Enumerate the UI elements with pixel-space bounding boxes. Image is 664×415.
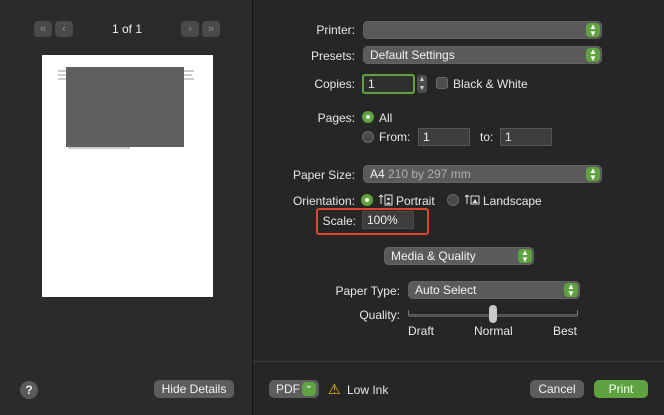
orientation-portrait-radio[interactable] (361, 194, 373, 206)
paper-size-label: Paper Size: (292, 168, 355, 182)
presets-value: Default Settings (370, 48, 455, 62)
copies-label: Copies: (314, 77, 355, 91)
paper-type-label: Paper Type: (335, 284, 401, 298)
section-value: Media & Quality (391, 249, 476, 263)
paper-size-popup[interactable]: A4 210 by 297 mm ▲ ▼ (363, 165, 602, 183)
hide-details-button[interactable]: Hide Details (154, 380, 234, 398)
paper-size-dimensions: 210 by 297 mm (388, 167, 471, 181)
orientation-landscape-radio[interactable] (447, 194, 459, 206)
section-popup[interactable]: Media & Quality ▲ ▼ (384, 247, 534, 265)
black-white-label: Black & White (453, 77, 528, 91)
section-popup-arrows-icon: ▲ ▼ (518, 249, 532, 264)
paper-type-value: Auto Select (415, 283, 477, 297)
landscape-icon (464, 194, 480, 205)
presets-popup[interactable]: Default Settings ▲ ▼ (363, 46, 602, 64)
quality-tick-best (577, 310, 578, 315)
first-page-button[interactable]: « (34, 21, 52, 37)
pages-from-input[interactable]: 1 (418, 128, 470, 146)
pdf-label: PDF (276, 382, 300, 396)
pages-all-label: All (379, 111, 393, 125)
pages-to-label: to: (480, 130, 494, 144)
pages-to-input[interactable]: 1 (500, 128, 552, 146)
orientation-portrait-label: Portrait (396, 194, 435, 208)
scale-label: Scale: (322, 214, 356, 228)
warning-icon: ⚠ (328, 381, 341, 397)
cancel-button[interactable]: Cancel (530, 380, 584, 398)
pdf-menu-button[interactable]: PDF ⌄ (269, 380, 319, 398)
paper-size-name: A4 (370, 167, 385, 181)
presets-popup-arrows-icon: ▲ ▼ (586, 48, 600, 63)
presets-label: Presets: (310, 49, 355, 63)
printer-popup[interactable]: ▲ ▼ (363, 21, 602, 39)
pages-label: Pages: (317, 111, 355, 125)
next-page-button[interactable]: › (181, 21, 199, 37)
footer-divider (253, 361, 664, 362)
portrait-icon (378, 194, 393, 206)
help-button[interactable]: ? (20, 381, 38, 399)
orientation-landscape-label: Landscape (483, 194, 542, 208)
quality-draft-label: Draft (408, 324, 435, 338)
copies-stepper[interactable]: ▲ ▼ (417, 75, 427, 93)
page-preview (42, 55, 213, 297)
scale-input[interactable]: 100% (362, 211, 414, 229)
print-button[interactable]: Print (594, 380, 648, 398)
pages-all-radio[interactable] (362, 111, 374, 123)
last-page-button[interactable]: » (202, 21, 220, 37)
orientation-label: Orientation: (292, 194, 355, 208)
paper-type-popup[interactable]: Auto Select ▲ ▼ (408, 281, 580, 299)
paper-type-popup-arrows-icon: ▲ ▼ (564, 283, 578, 298)
quality-tick-draft (408, 310, 409, 315)
printer-popup-arrows-icon: ▲ ▼ (586, 23, 600, 38)
quality-label: Quality: (359, 308, 400, 322)
pages-from-label: From: (379, 130, 411, 144)
paper-size-popup-arrows-icon: ▲ ▼ (586, 167, 600, 182)
pdf-menu-arrow-icon: ⌄ (302, 381, 316, 396)
black-white-checkbox[interactable] (436, 77, 448, 89)
pages-range-radio[interactable] (362, 131, 374, 143)
page-indicator: 1 of 1 (112, 22, 143, 36)
page-preview-content (58, 67, 194, 149)
copies-input[interactable]: 1 (362, 74, 415, 94)
printer-label: Printer: (316, 23, 355, 37)
low-ink-label: Low Ink (347, 383, 389, 397)
quality-normal-label: Normal (474, 324, 513, 338)
previous-page-button[interactable]: ‹ (55, 21, 73, 37)
quality-slider-thumb[interactable] (489, 305, 497, 323)
quality-best-label: Best (553, 324, 578, 338)
